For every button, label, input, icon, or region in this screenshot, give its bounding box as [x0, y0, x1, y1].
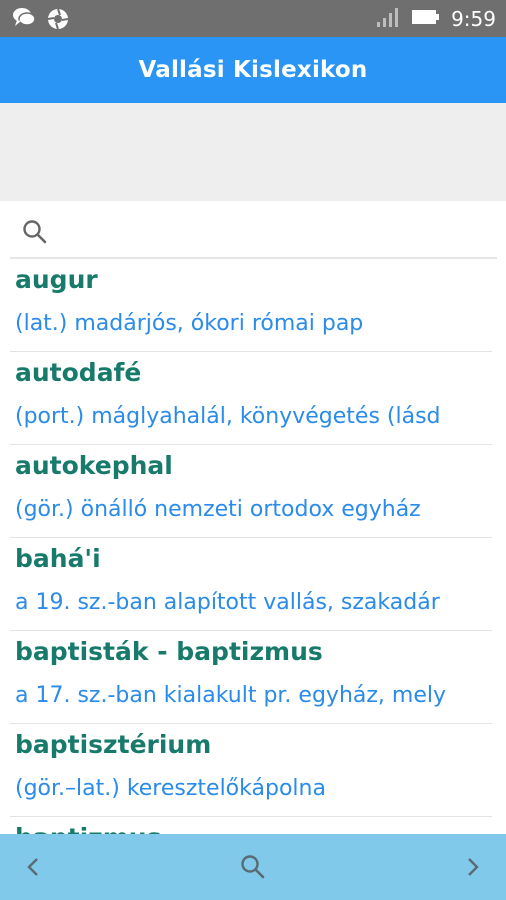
list-item[interactable]: autokephal (gör.) önálló nemzeti ortodox… [10, 445, 492, 538]
entry-term: bahá'i [15, 544, 101, 573]
entry-list: augur (lat.) madárjós, ókori római pap a… [0, 259, 506, 834]
status-system: 9:59 [375, 6, 496, 32]
banner-area [0, 103, 506, 201]
list-item[interactable]: baptisták - baptizmus a 17. sz.-ban kial… [10, 631, 492, 724]
status-time: 9:59 [451, 7, 496, 31]
search-bar[interactable] [10, 201, 497, 259]
prev-button[interactable] [18, 852, 48, 882]
search-icon [22, 219, 48, 249]
app-bar: Vallási Kislexikon [0, 37, 506, 103]
entry-definition: a 17. sz.-ban kialakult pr. egyház, mely [15, 683, 446, 708]
entry-definition: (gör.–lat.) keresztelőkápolna [15, 776, 326, 801]
entry-term: autokephal [15, 451, 173, 480]
entry-definition: (gör.) önálló nemzeti ortodox egyház [15, 497, 421, 522]
next-button[interactable] [458, 852, 488, 882]
entry-term: baptizmus [15, 823, 161, 834]
status-notifications [12, 7, 70, 35]
list-item[interactable]: baptizmus [10, 817, 492, 834]
bottom-nav-bar [0, 834, 506, 900]
search-input[interactable] [60, 211, 484, 249]
chevron-right-icon [468, 858, 479, 876]
entry-term: baptisztérium [15, 730, 212, 759]
entry-term: baptisták - baptizmus [15, 637, 323, 666]
entry-term: autodafé [15, 358, 142, 387]
battery-icon [411, 8, 441, 30]
list-item[interactable]: autodafé (port.) máglyahalál, könyvégeté… [10, 352, 492, 445]
entry-definition: a 19. sz.-ban alapított vallás, szakadár [15, 590, 440, 615]
signal-icon [375, 6, 401, 32]
aperture-icon [46, 7, 70, 35]
status-bar: 9:59 [0, 0, 506, 37]
list-item[interactable]: augur (lat.) madárjós, ókori római pap [10, 259, 492, 352]
chat-icon [12, 7, 36, 35]
list-item[interactable]: baptisztérium (gör.–lat.) keresztelőkápo… [10, 724, 492, 817]
search-icon [241, 855, 265, 879]
entry-definition: (lat.) madárjós, ókori római pap [15, 311, 364, 336]
search-button[interactable] [238, 852, 268, 882]
entry-term: augur [15, 265, 98, 294]
list-item[interactable]: bahá'i a 19. sz.-ban alapított vallás, s… [10, 538, 492, 631]
chevron-left-icon [27, 858, 38, 876]
entry-definition: (port.) máglyahalál, könyvégetés (lásd [15, 404, 441, 429]
app-title: Vallási Kislexikon [138, 57, 368, 83]
